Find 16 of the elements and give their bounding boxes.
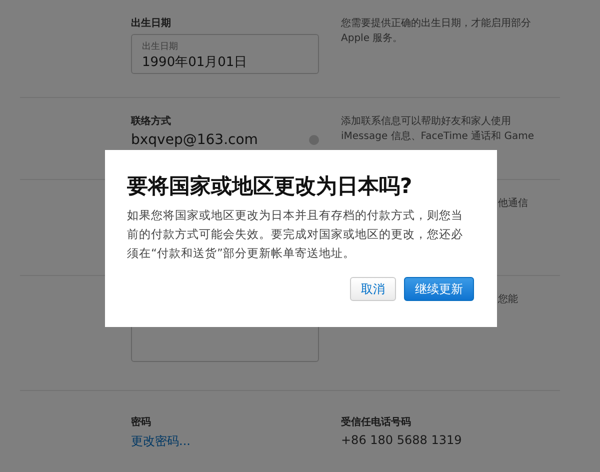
section-label: 受信任电话号码 [341,416,412,429]
cancel-button[interactable]: 取消 [350,277,396,301]
dialog-title: 要将国家或地区更改为日本吗? [127,173,414,200]
section-label: 联络方式 [131,114,172,128]
info-text: 他通信 [498,196,529,210]
section-label: 密码 [131,416,152,429]
continue-button[interactable]: 继续更新 [404,277,474,301]
phone-number: +86 180 5688 1319 [341,433,463,447]
info-text: 添加联系信息可以帮助好友和家人使用 iMessage 信息、FaceTime 通话和 Game [341,114,535,144]
change-password-link[interactable]: 更改密码... [131,433,341,450]
info-text: 您能 [498,292,519,306]
email-text: bxqvep@163.com [131,132,258,148]
info-text: 您需要提供正确的出生日期，才能启用部分 Apple 服务。 [341,16,532,46]
section-label: 出生日期 [131,16,172,30]
dialog-message: 如果您将国家或地区更改为日本并且有存档的付款方式，则您当前的付款方式可能会失效。要完成对国家或地区的更改，您还必须在“付款和送货”部分更新帐单寄送地址。 [127,207,464,262]
date-field[interactable]: 出生日期 1990年01月01日 [131,34,319,74]
